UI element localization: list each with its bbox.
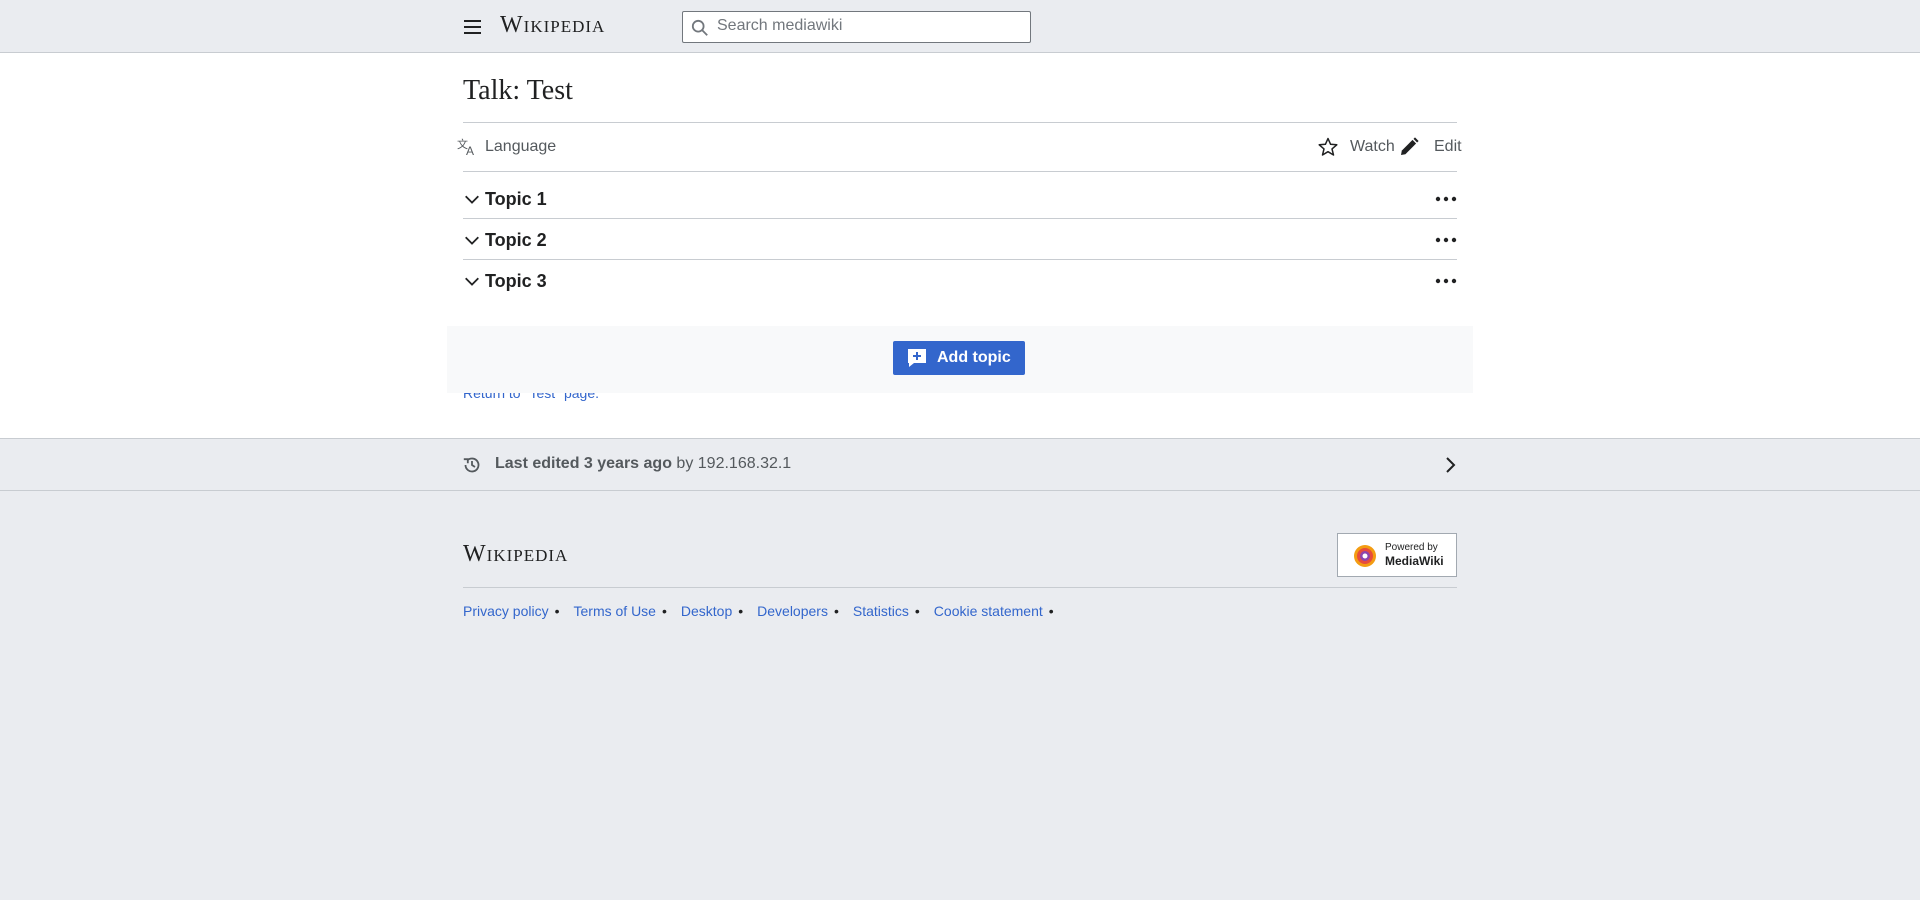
add-topic-label: Add topic [937,349,1011,366]
ellipsis-icon[interactable] [1435,190,1457,208]
divider [463,218,1457,219]
language-button[interactable]: 文 A Language [456,137,556,157]
footer-link-privacy[interactable]: Privacy policy [463,603,549,619]
pencil-icon [1401,137,1419,155]
edit-label: Edit [1434,138,1462,155]
ellipsis-icon[interactable] [1435,231,1457,249]
bullet-separator: • [738,603,744,619]
bullet-separator: • [554,603,560,619]
topic-title: Topic 2 [485,229,547,250]
edit-button[interactable]: Edit [1399,137,1462,157]
footer-wikipedia-logo[interactable]: Wikipedia [463,541,568,568]
footer-link-desktop[interactable]: Desktop [681,603,732,619]
divider [463,122,1457,123]
footer-links: Privacy policy • Terms of Use • Desktop • D… [463,603,1068,619]
chevron-down-icon [465,277,479,286]
bullet-separator: • [661,603,667,619]
add-topic-container: Add topic [447,326,1473,393]
chevron-down-icon [465,195,479,204]
last-edited-bar[interactable]: Last edited 3 years ago by 192.168.32.1 [0,439,1920,491]
topic-row-1[interactable]: Topic 1 [463,179,1457,219]
watch-button[interactable]: Watch [1318,137,1395,157]
main-content: Talk: Test 文 A Language Watch Edit Topic… [0,53,1920,439]
wikipedia-logo[interactable]: Wikipedia [500,12,605,39]
last-edited-user: 192.168.32.1 [697,455,792,472]
page-title: Talk: Test [463,75,573,106]
svg-text:A: A [466,144,474,157]
add-topic-button[interactable]: Add topic [893,341,1025,375]
bullet-separator: • [1048,603,1054,619]
search-input[interactable] [717,14,1017,38]
powered-by-mediawiki-badge[interactable]: Powered by MediaWiki [1337,533,1457,577]
bullet-separator: • [914,603,920,619]
footer-link-terms[interactable]: Terms of Use [574,603,656,619]
star-icon [1318,137,1338,156]
search-icon [691,19,708,36]
add-comment-icon [908,349,926,367]
topic-row-2[interactable]: Topic 2 [463,220,1457,260]
history-icon [463,457,480,473]
search-box[interactable] [682,11,1031,43]
language-icon: 文 A [457,137,474,157]
footer-link-developers[interactable]: Developers [757,603,828,619]
footer-link-statistics[interactable]: Statistics [853,603,909,619]
divider [463,259,1457,260]
last-edited-text: Last edited 3 years ago by 192.168.32.1 [495,455,791,473]
bullet-separator: • [833,603,839,619]
divider [463,587,1457,588]
ellipsis-icon[interactable] [1435,272,1457,290]
last-edited-time: Last edited 3 years ago [495,455,672,472]
hamburger-menu-icon[interactable] [459,14,485,40]
header-bar: Wikipedia [0,0,1920,53]
topic-row-3[interactable]: Topic 3 [463,261,1457,301]
topic-title: Topic 1 [485,188,547,209]
divider [463,171,1457,172]
chevron-down-icon [465,236,479,245]
chevron-right-icon [1446,457,1456,473]
mediawiki-text: MediaWiki [1385,554,1444,568]
language-label: Language [485,138,557,155]
footer-link-cookie[interactable]: Cookie statement [934,603,1043,619]
mediawiki-flower-icon [1354,545,1376,567]
powered-by-text: Powered by [1385,542,1438,553]
last-edited-by: by [676,455,694,472]
topic-title: Topic 3 [485,270,547,291]
watch-label: Watch [1350,138,1395,155]
